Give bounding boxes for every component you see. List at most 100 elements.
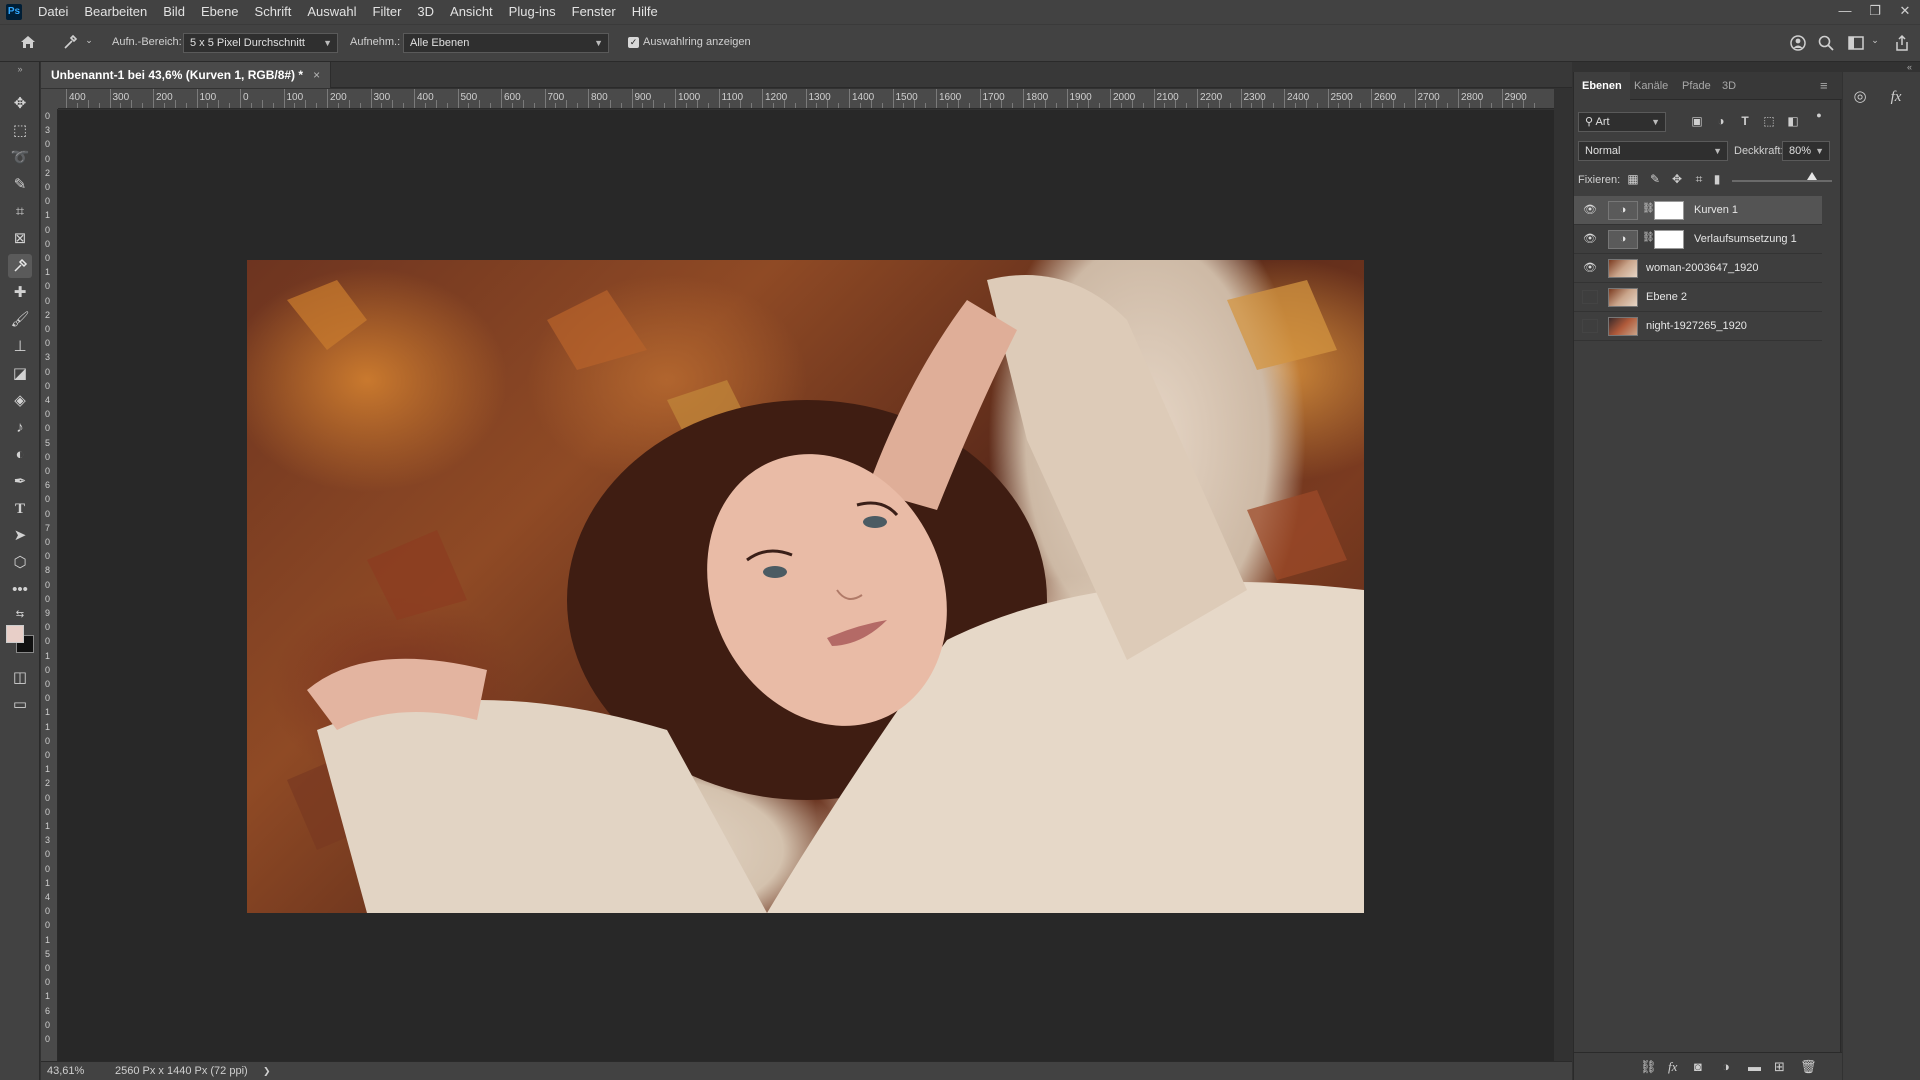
layer-row-ebene-2[interactable]: Ebene 2 — [1574, 283, 1822, 312]
lock-all-icon[interactable]: ▮ — [1708, 172, 1726, 186]
add-mask-icon[interactable]: ◙ — [1694, 1059, 1702, 1074]
sample-size-select[interactable]: 5 x 5 Pixel Durchschnitt ▼ — [183, 33, 338, 53]
marquee-tool-icon[interactable]: ⬚ — [8, 119, 32, 143]
menu-plugins[interactable]: Plug-ins — [501, 0, 564, 24]
blur-tool-icon[interactable]: ◐ — [8, 443, 32, 467]
menu-auswahl[interactable]: Auswahl — [299, 0, 364, 24]
search-icon[interactable] — [1816, 34, 1836, 56]
workspace-icon[interactable] — [1846, 34, 1866, 56]
quick-mask-icon[interactable]: ◫ — [8, 666, 32, 690]
menu-datei[interactable]: Datei — [30, 0, 76, 24]
share-icon[interactable] — [1892, 34, 1912, 56]
menu-bild[interactable]: Bild — [155, 0, 193, 24]
menu-bearbeiten[interactable]: Bearbeiten — [76, 0, 155, 24]
tab-ebenen[interactable]: Ebenen — [1574, 72, 1630, 100]
eye-icon[interactable]: 👁 — [1582, 261, 1598, 275]
link-layers-icon[interactable]: ⛓ — [1640, 1059, 1657, 1075]
path-selection-tool-icon[interactable]: ➤ — [8, 524, 32, 548]
opacity-slider-track[interactable] — [1732, 180, 1832, 182]
opacity-slider-thumb[interactable] — [1807, 172, 1817, 180]
screen-mode-icon[interactable]: ▭ — [8, 693, 32, 717]
lock-position-icon[interactable]: ✥ — [1668, 172, 1686, 186]
lock-artboard-icon[interactable]: ⌗ — [1690, 172, 1708, 187]
eyedropper-tool-preset-icon[interactable] — [60, 33, 80, 53]
crop-tool-icon[interactable]: ⌗ — [8, 200, 32, 224]
trash-icon[interactable]: 🗑 — [1800, 1059, 1817, 1075]
eye-icon[interactable]: 👁 — [1582, 203, 1598, 217]
sample-select[interactable]: Alle Ebenen ▼ — [403, 33, 609, 53]
layer-filter-select[interactable]: ⚲ Art ▼ — [1578, 112, 1666, 132]
link-icon[interactable]: ⛓ — [1642, 203, 1655, 214]
hidden-eye-box[interactable] — [1582, 290, 1598, 304]
zoom-level[interactable]: 43,61% — [47, 1065, 84, 1077]
tab-3d[interactable]: 3D — [1714, 72, 1744, 100]
layer-row-kurven-1[interactable]: 👁 ◑ ⛓ Kurven 1 — [1574, 196, 1822, 225]
chevron-down-icon[interactable]: ⌄ — [84, 35, 94, 46]
quick-selection-tool-icon[interactable]: ✎ — [8, 173, 32, 197]
new-layer-icon[interactable]: ⊞ — [1774, 1059, 1785, 1075]
minimize-button[interactable]: — — [1830, 0, 1860, 24]
new-group-icon[interactable]: ▬ — [1748, 1059, 1761, 1074]
expand-panel-icon[interactable]: » — [8, 64, 32, 74]
layer-row-verlaufsumsetzung-1[interactable]: 👁 ◑ ⛓ Verlaufsumsetzung 1 — [1574, 225, 1822, 254]
lasso-tool-icon[interactable]: ➰ — [8, 146, 32, 170]
opacity-input[interactable]: 80% ▼ — [1782, 141, 1830, 161]
brush-tool-icon[interactable]: 🖌 — [8, 308, 32, 332]
paint-bucket-tool-icon[interactable]: ◈ — [8, 389, 32, 413]
menu-filter[interactable]: Filter — [365, 0, 410, 24]
blend-mode-select[interactable]: Normal ▼ — [1578, 141, 1728, 161]
share-user-icon[interactable] — [1788, 34, 1808, 56]
default-colors-icon[interactable]: ⇆ — [8, 608, 32, 622]
clone-stamp-tool-icon[interactable]: ⊥ — [8, 335, 32, 359]
new-adjustment-icon[interactable]: ◑ — [1722, 1059, 1730, 1074]
foreground-color-swatch[interactable] — [6, 625, 24, 643]
collapse-panels-icon[interactable]: « — [1820, 62, 1920, 72]
layer-row-woman[interactable]: 👁 woman-2003647_1920 — [1574, 254, 1822, 283]
menu-fenster[interactable]: Fenster — [564, 0, 624, 24]
show-ring-checkbox[interactable]: ✓ — [628, 37, 639, 48]
eraser-tool-icon[interactable]: ◪ — [8, 362, 32, 386]
more-tools-icon[interactable]: ••• — [8, 578, 32, 602]
filter-pixel-icon[interactable]: ▣ — [1688, 114, 1706, 128]
move-tool-icon[interactable]: ✥ — [8, 92, 32, 116]
mask-thumbnail[interactable] — [1654, 230, 1684, 249]
healing-brush-tool-icon[interactable]: ✚ — [8, 281, 32, 305]
menu-hilfe[interactable]: Hilfe — [624, 0, 666, 24]
hidden-eye-box[interactable] — [1582, 319, 1598, 333]
tab-kanaele[interactable]: Kanäle — [1626, 72, 1676, 100]
filter-shape-icon[interactable]: ⬚ — [1760, 114, 1778, 128]
styles-fx-icon[interactable]: fx — [1883, 84, 1909, 110]
eye-icon[interactable]: 👁 — [1582, 232, 1598, 246]
layer-row-night[interactable]: night-1927265_1920 — [1574, 312, 1822, 341]
filter-toggle-icon[interactable]: ● — [1810, 110, 1828, 120]
close-icon[interactable]: × — [313, 68, 320, 82]
filter-adjustment-icon[interactable]: ◑ — [1712, 114, 1730, 128]
status-menu-arrow[interactable]: ❯ — [263, 1066, 271, 1077]
link-icon[interactable]: ⛓ — [1642, 232, 1655, 243]
home-icon[interactable] — [18, 33, 38, 53]
pen-tool-icon[interactable]: ✒ — [8, 470, 32, 494]
close-window-button[interactable]: ✕ — [1890, 0, 1920, 24]
type-tool-icon[interactable]: T — [8, 497, 32, 521]
mask-thumbnail[interactable] — [1654, 201, 1684, 220]
lock-pixels-icon[interactable]: ✎ — [1646, 172, 1664, 186]
document-image[interactable] — [247, 260, 1364, 913]
panel-menu-icon[interactable]: ≡ — [1812, 72, 1836, 100]
tab-pfade[interactable]: Pfade — [1674, 72, 1719, 100]
filter-smart-object-icon[interactable]: ◧ — [1784, 114, 1802, 128]
menu-3d[interactable]: 3D — [409, 0, 442, 24]
document-tab[interactable]: Unbenannt-1 bei 43,6% (Kurven 1, RGB/8#)… — [41, 62, 332, 88]
fx-icon[interactable]: fx — [1668, 1059, 1677, 1075]
learn-icon[interactable]: ◎ — [1847, 84, 1873, 110]
frame-tool-icon[interactable]: ⊠ — [8, 227, 32, 251]
shape-tool-icon[interactable]: ⬡ — [8, 551, 32, 575]
restore-button[interactable]: ❐ — [1860, 0, 1890, 24]
lock-transparency-icon[interactable]: ▦ — [1624, 172, 1642, 186]
filter-type-icon[interactable]: T — [1736, 114, 1754, 128]
dodge-tool-icon[interactable]: ♪ — [8, 416, 32, 440]
menu-schrift[interactable]: Schrift — [247, 0, 300, 24]
chevron-down-icon[interactable]: ⌄ — [1870, 35, 1880, 46]
menu-ansicht[interactable]: Ansicht — [442, 0, 501, 24]
menu-ebene[interactable]: Ebene — [193, 0, 247, 24]
eyedropper-tool-icon[interactable] — [8, 254, 32, 278]
